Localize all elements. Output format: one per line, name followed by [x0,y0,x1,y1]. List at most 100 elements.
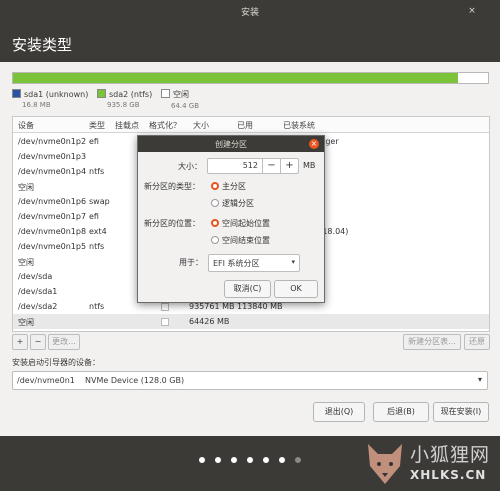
legend-sda1: sda1 (unknown) 16.8 MB [12,89,88,109]
cell-device: /dev/nvme0n1p3 [18,152,87,161]
legend-swatch-sda1 [12,89,21,98]
radio-location-end-label: 空间结束位置 [222,236,270,245]
step-dot [263,457,269,463]
cell-device: /dev/nvme0n1p4 [18,167,87,176]
legend-swatch-sda2 [97,89,106,98]
col-type[interactable]: 类型 [89,120,105,131]
cell-device: /dev/sda2 [18,302,58,311]
partition-type-label: 新分区的类型： [144,182,200,191]
watermark-cn: 小狐狸网 [410,444,491,466]
ok-button[interactable]: OK [274,280,318,298]
col-device[interactable]: 设备 [18,120,34,131]
cell-type: efi [89,212,99,221]
cell-type: ntfs [89,167,105,176]
cell-device: /dev/nvme0n1p7 [18,212,87,221]
step-dot [231,457,237,463]
close-icon[interactable]: × [309,139,319,149]
cell-device: /dev/sda1 [18,287,58,296]
step-dot [295,457,301,463]
quit-button[interactable]: 退出(Q) [313,402,365,422]
table-header: 设备 类型 挂载点 格式化？ 大小 已用 已装系统 [13,117,489,133]
partition-bar-free [458,73,488,83]
step-dot [247,457,253,463]
size-value[interactable]: 512 [208,161,258,170]
chevron-down-icon: ▾ [477,375,482,384]
legend-size: 16.8 MB [22,101,51,109]
page-header: 安装类型 [0,22,500,62]
change-partition-button[interactable]: 更改... [48,334,80,350]
size-unit: MB [303,161,316,170]
remove-partition-button[interactable]: − [30,334,46,350]
step-dot [199,457,205,463]
radio-primary[interactable]: 主分区 [211,181,246,192]
dialog-title-bar: 创建分区 × [138,136,324,152]
cancel-button[interactable]: 取消(C) [224,280,271,298]
col-mount[interactable]: 挂载点 [115,120,139,131]
dialog-title: 创建分区 [215,140,247,149]
col-size[interactable]: 大小 [193,120,209,131]
legend-name: sda2 (ntfs) [109,90,153,99]
radio-icon [211,236,219,244]
step-dot [279,457,285,463]
cell-device: /dev/nvme0n1p5 [18,242,87,251]
revert-button[interactable]: 还原 [464,334,490,350]
legend-name: sda1 (unknown) [24,90,89,99]
cell-size: 935761 MB [189,302,235,311]
window-title: 安装 [240,8,259,18]
cell-type: swap [89,197,110,206]
watermark-en: XHLKS.CN [410,468,487,482]
legend-sda2: sda2 (ntfs) 935.8 GB [97,89,152,109]
cell-device: /dev/nvme0n1p8 [18,227,87,236]
col-used[interactable]: 已用 [237,120,253,131]
format-checkbox[interactable] [161,303,169,311]
radio-location-end[interactable]: 空间结束位置 [211,235,270,246]
cell-type: ext4 [89,227,107,236]
use-as-label: 用于： [179,258,203,267]
chevron-down-icon: ▾ [291,258,295,266]
cell-used: 113840 MB [237,302,283,311]
bootloader-label: 安装启动引导器的设备： [12,358,100,367]
fox-logo-icon [368,444,402,484]
legend-name: 空闲 [173,90,189,99]
partition-usage-bar [12,72,489,84]
installer-window: 安装 × 安装类型 sda1 (unknown) 16.8 MB sda2 (n… [0,0,500,436]
bootloader-device-select[interactable]: /dev/nvme0n1 NVMe Device (128.0 GB) ▾ [12,371,488,390]
cell-device: /dev/nvme0n1p2 [18,137,87,146]
format-checkbox[interactable] [161,318,169,326]
size-stepper[interactable]: 512 − + [207,158,299,174]
use-as-select[interactable]: EFI 系统分区 ▾ [208,254,300,272]
radio-primary-label: 主分区 [222,182,246,191]
close-icon[interactable]: × [466,5,478,17]
radio-location-start-label: 空间起始位置 [222,219,270,228]
add-partition-button[interactable]: + [12,334,28,350]
plus-icon[interactable]: + [280,159,298,173]
cell-type: ntfs [89,302,105,311]
cell-device: /dev/sda [18,272,53,281]
col-format[interactable]: 格式化？ [149,120,181,131]
cell-device: 空闲 [18,258,34,267]
col-system[interactable]: 已装系统 [283,120,315,131]
radio-icon [211,199,219,207]
minus-icon[interactable]: − [262,159,280,173]
site-watermark: 小狐狸网 XHLKS.CN [362,438,500,491]
radio-location-start[interactable]: 空间起始位置 [211,218,270,229]
cell-device: 空闲 [18,318,34,327]
partition-location-label: 新分区的位置： [144,219,200,228]
legend-size: 935.8 GB [107,101,140,109]
page-title: 安装类型 [12,36,73,54]
title-bar: 安装 × [0,0,500,22]
cell-type: ntfs [89,242,105,251]
radio-logical-label: 逻辑分区 [222,199,254,208]
partition-bar-sda2 [13,73,458,83]
table-row[interactable]: 空闲 64426 MB [13,314,489,329]
new-partition-table-button[interactable]: 新建分区表... [403,334,461,350]
bootloader-device-value: /dev/nvme0n1 [17,376,75,385]
cell-type: efi [89,137,99,146]
radio-logical[interactable]: 逻辑分区 [211,198,254,209]
cell-size: 64426 MB [189,317,230,326]
size-label: 大小： [178,162,202,171]
create-partition-dialog: 创建分区 × 大小： 512 − + MB 新分区的类型： 主分区 逻辑分区 新… [137,135,325,303]
back-button[interactable]: 后退(B) [373,402,429,422]
install-now-button[interactable]: 现在安装(I) [433,402,489,422]
radio-selected-icon [211,219,219,227]
